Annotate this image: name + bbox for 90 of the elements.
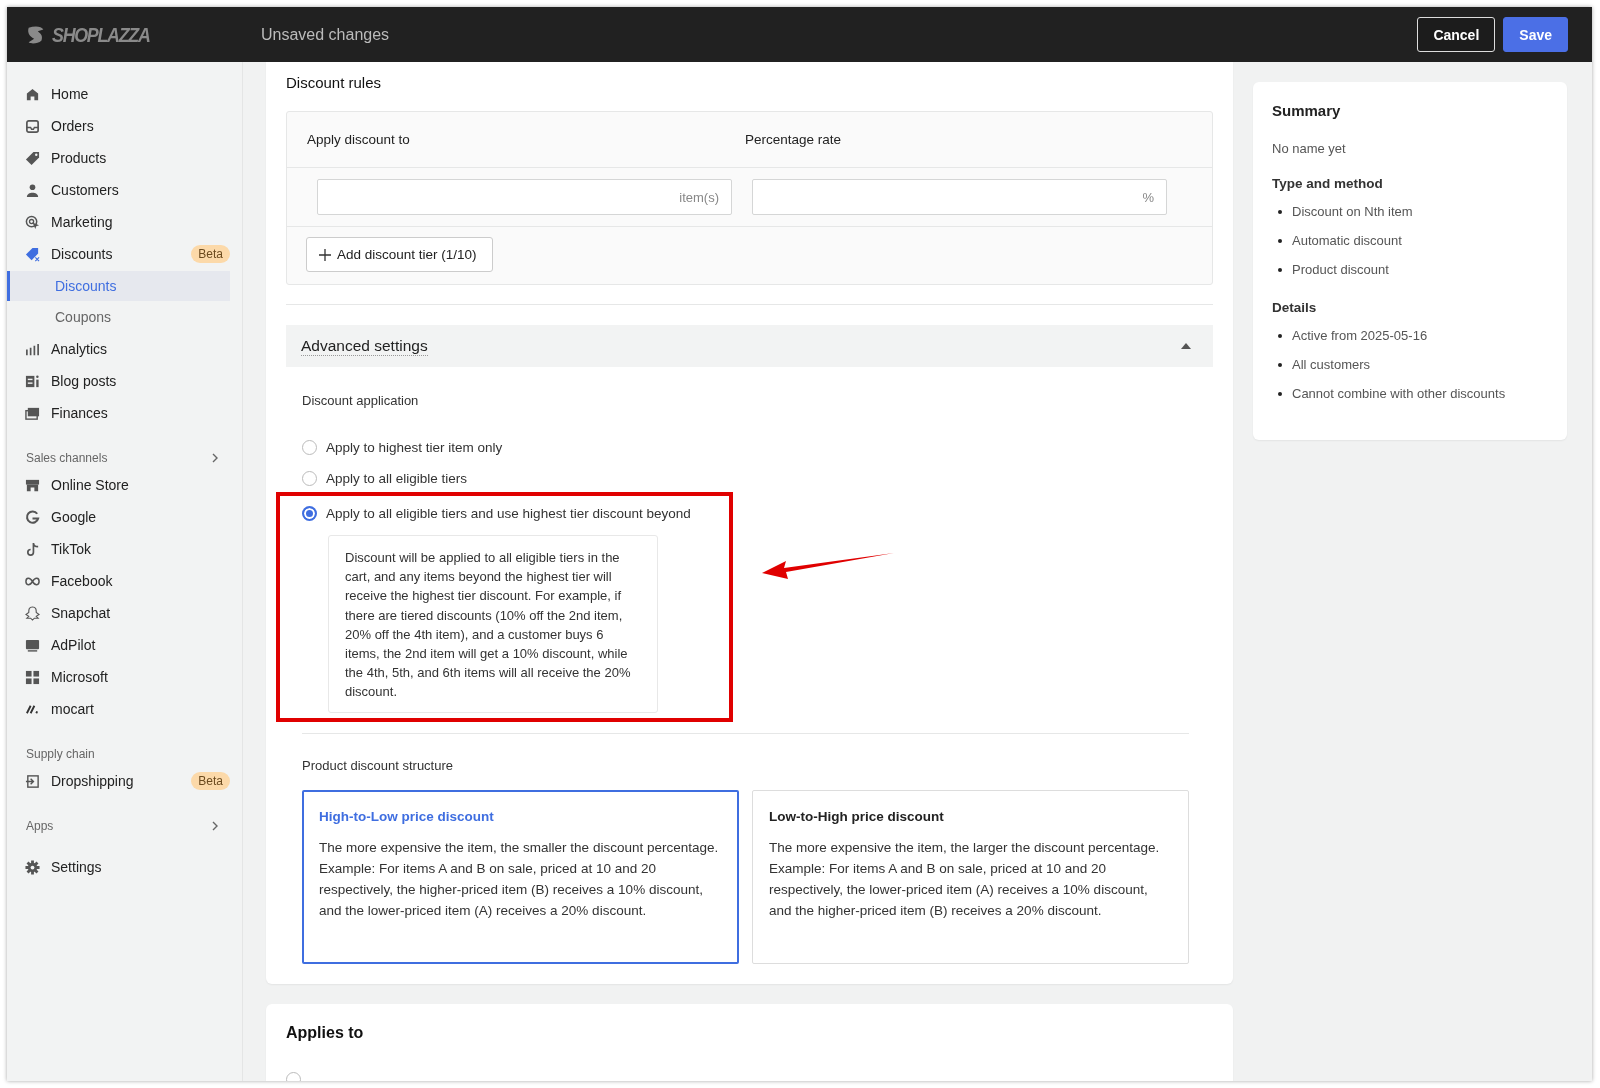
option-card[interactable] [302, 789, 739, 964]
rate-field[interactable]: % [752, 179, 1167, 215]
bullet-icon [1278, 209, 1282, 214]
option-description: The more expensive the item, the smaller the discount percentage. [319, 838, 720, 857]
option-description: Example: For items A and B on sale, priced at 10 and 20 respectively, the lower-priced item (A) receives a 10% discount, and the higher-priced item (B) receives a 20% discount. [769, 859, 1149, 920]
home-icon [25, 86, 40, 102]
target-icon [25, 214, 40, 230]
monitor-icon [25, 637, 40, 653]
nav-item[interactable]: Products [7, 142, 230, 174]
summary-item: Discount on Nth item [1292, 204, 1413, 219]
discount-name: No name yet [1272, 141, 1347, 156]
nav-item[interactable]: Analytics [7, 333, 230, 365]
g-letter-icon [25, 509, 40, 525]
bar-chart-icon [25, 341, 40, 357]
nav-item[interactable]: TikTok [7, 533, 230, 565]
nav-item[interactable]: Google [7, 501, 230, 533]
section-heading: Supply chain [26, 747, 95, 761]
wallet-icon [25, 405, 40, 421]
section-title: Discount rules [286, 74, 383, 91]
ghost-icon [25, 605, 40, 621]
bullet-icon [1278, 391, 1282, 396]
bullet-icon [1278, 362, 1282, 367]
page-status: Unsaved changes [261, 25, 390, 44]
nav-item[interactable]: Online Store [7, 469, 230, 501]
save-button[interactable]: Save [1503, 17, 1568, 52]
column-header: Apply discount to [307, 132, 411, 147]
beta-badge: Beta [191, 245, 230, 263]
bullet-icon [1278, 238, 1282, 243]
summary-heading: Type and method [1272, 176, 1384, 191]
field-label: Discount application [302, 393, 420, 408]
person-icon [25, 182, 40, 198]
column-header: Percentage rate [745, 132, 843, 147]
import-icon [25, 773, 40, 789]
inbox-icon [25, 118, 40, 134]
radio-button[interactable] [302, 471, 317, 486]
option-description: Discount will be applied to all eligible tiers in the cart, and any items beyond the highest tier will receive the highest tier discount. For example, if there are tiered discounts (10% off the 2nd item, 20% off the 4th item), and a customer buys 6 items, the 2nd item will get a 10% discount, while the 4th, 5th, and 6th items will all receive the 20% discount. [328, 535, 658, 713]
radio-label: Apply to all eligible tiers [326, 471, 468, 486]
settings-icon [25, 859, 40, 875]
nav-item[interactable]: Blog posts [7, 365, 230, 397]
summary-heading: Details [1272, 300, 1318, 315]
nav-item[interactable]: Dropshipping Beta [7, 765, 230, 797]
discount-tag-icon [25, 246, 40, 262]
bullet-icon [1278, 267, 1282, 272]
quantity-field[interactable]: item(s) [317, 179, 732, 215]
section-heading: Apps [26, 819, 54, 833]
plus-icon [319, 248, 331, 261]
option-title: High-to-Low price discount [319, 808, 495, 824]
summary-item: Product discount [1292, 262, 1389, 277]
add-tier-button[interactable]: Add discount tier (1/10) [306, 237, 493, 272]
music-note-icon [25, 541, 40, 557]
nav-item[interactable]: Microsoft [7, 661, 230, 693]
grid-icon [25, 669, 40, 685]
chevron-icon[interactable] [210, 453, 220, 463]
nav-item[interactable]: Settings [7, 851, 230, 883]
radio-label: Apply to highest tier item only [326, 440, 503, 455]
summary-item: Automatic discount [1292, 233, 1402, 248]
nav-item[interactable]: mocart [7, 693, 230, 725]
option-description: Example: For items A and B on sale, priced at 10 and 20 respectively, the higher-priced item (B) receives a 10% discount, and the lower-priced item (A) receives a 20% discount. [319, 859, 704, 920]
nav-item[interactable]: Orders [7, 110, 230, 142]
nav-item[interactable]: Snapchat [7, 597, 230, 629]
nav-subitem[interactable]: Discounts [10, 271, 230, 301]
radio-button[interactable] [302, 506, 317, 521]
accordion-header[interactable]: Advanced settings [286, 325, 1213, 367]
beta-badge: Beta [191, 772, 230, 790]
field-label: Product discount structure [302, 757, 455, 773]
nav-item[interactable]: Discounts Beta [7, 238, 230, 270]
summary-title: Summary [1272, 102, 1342, 119]
nav-item[interactable]: AdPilot [7, 629, 230, 661]
bullet-icon [1278, 333, 1282, 338]
summary-item: Cannot combine with other discounts [1292, 386, 1506, 401]
storefront-icon [25, 477, 40, 493]
radio-button[interactable] [302, 440, 317, 455]
nav-item[interactable]: Marketing [7, 206, 230, 238]
logo-wordmark: SHOPLAZZA [52, 22, 150, 47]
option-title: Low-to-High price discount [769, 808, 945, 824]
radio-label: Apply to all eligible tiers and use highest tier discount beyond [326, 506, 691, 521]
nav-subitem[interactable]: Coupons [10, 302, 230, 332]
summary-item: All customers [1292, 357, 1371, 372]
summary-item: Active from 2025-05-16 [1292, 328, 1428, 343]
section-heading: Sales channels [26, 451, 108, 465]
nav-item[interactable]: Home [7, 78, 230, 110]
document-icon [25, 373, 40, 389]
cancel-button[interactable]: Cancel [1417, 17, 1496, 52]
section-title: Applies to [286, 1023, 365, 1042]
nav-item[interactable]: Facebook [7, 565, 230, 597]
tag-icon [25, 150, 40, 166]
nav-item[interactable]: Finances [7, 397, 230, 429]
nav-item[interactable]: Customers [7, 174, 230, 206]
option-description: The more expensive the item, the larger the discount percentage. [769, 838, 1161, 857]
chevron-icon[interactable] [210, 821, 220, 831]
